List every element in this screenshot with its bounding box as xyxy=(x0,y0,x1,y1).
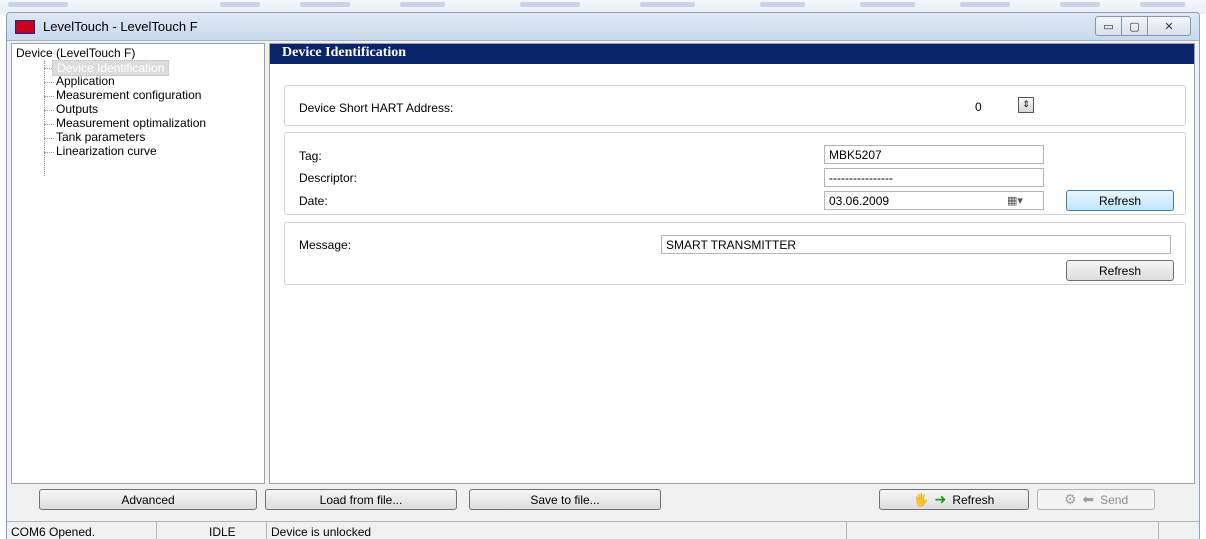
close-button[interactable]: ✕ xyxy=(1147,16,1191,36)
tag-label: Tag: xyxy=(299,149,322,163)
hart-address-spinner[interactable]: ⇕ xyxy=(1018,97,1034,113)
date-label: Date: xyxy=(299,194,328,208)
send-device-icon: ⚙ xyxy=(1063,491,1077,508)
tree-item-outputs[interactable]: Outputs xyxy=(56,102,98,116)
save-to-file-button[interactable]: Save to file... xyxy=(469,489,661,510)
status-empty-cell xyxy=(847,522,1159,539)
tree-item-linearization-curve[interactable]: Linearization curve xyxy=(56,144,157,158)
arrow-right-icon: ➜ xyxy=(934,491,947,508)
calendar-dropdown-icon[interactable]: ▦▾ xyxy=(1007,194,1023,207)
content-panel: Device Identification Device Short HART … xyxy=(269,43,1195,484)
tag-input[interactable]: MBK5207 xyxy=(824,145,1044,164)
tree-item-measurement-configuration[interactable]: Measurement configuration xyxy=(56,88,201,102)
identification-refresh-button[interactable]: Refresh xyxy=(1066,190,1174,211)
status-bar: COM6 Opened. IDLE Device is unlocked xyxy=(7,521,1199,539)
maximize-icon: ▢ xyxy=(1129,19,1140,33)
hart-address-value[interactable]: 0 xyxy=(975,100,982,114)
main-window: LevelTouch - LevelTouch F ▭ ▢ ✕ Device (… xyxy=(6,12,1200,539)
spinner-arrows-icon: ⇕ xyxy=(1022,100,1030,110)
send-label: Send xyxy=(1100,492,1129,507)
title-bar[interactable]: LevelTouch - LevelTouch F ▭ ▢ ✕ xyxy=(7,13,1199,41)
send-button[interactable]: ⚙ ⬅ Send xyxy=(1037,489,1155,510)
tree-item-tank-parameters[interactable]: Tank parameters xyxy=(56,130,145,144)
status-state: IDLE xyxy=(157,522,267,539)
tree-root[interactable]: Device (LevelTouch F) xyxy=(16,46,135,60)
minimize-button[interactable]: ▭ xyxy=(1095,16,1122,36)
app-icon xyxy=(15,20,35,34)
status-lock: Device is unlocked xyxy=(267,522,847,539)
arrow-left-icon: ⬅ xyxy=(1082,491,1095,508)
advanced-button[interactable]: Advanced xyxy=(39,489,257,510)
panel-title: Device Identification xyxy=(270,44,1194,64)
hart-address-label: Device Short HART Address: xyxy=(299,101,454,115)
message-label: Message: xyxy=(299,238,352,252)
window-controls: ▭ ▢ ✕ xyxy=(1095,16,1191,36)
tree-item-application[interactable]: Application xyxy=(56,74,115,88)
descriptor-input[interactable]: ---------------- xyxy=(824,168,1044,187)
hart-address-group: Device Short HART Address: 0 ⇕ xyxy=(284,85,1186,126)
device-icon: 🖐 xyxy=(913,492,929,507)
load-from-file-button[interactable]: Load from file... xyxy=(265,489,457,510)
refresh-device-button[interactable]: 🖐 ➜ Refresh xyxy=(879,489,1029,510)
tree-item-measurement-optimalization[interactable]: Measurement optimalization xyxy=(56,116,206,130)
identification-group: Tag: MBK5207 Descriptor: ---------------… xyxy=(284,132,1186,215)
descriptor-label: Descriptor: xyxy=(299,171,358,185)
status-port: COM6 Opened. xyxy=(7,522,157,539)
message-refresh-button[interactable]: Refresh xyxy=(1066,260,1174,281)
tree-guide-line xyxy=(44,60,45,176)
bottom-toolbar: Advanced Load from file... Save to file.… xyxy=(7,487,1199,521)
message-input[interactable]: SMART TRANSMITTER xyxy=(661,235,1171,254)
minimize-icon: ▭ xyxy=(1103,19,1114,33)
maximize-button[interactable]: ▢ xyxy=(1121,16,1148,36)
window-title: LevelTouch - LevelTouch F xyxy=(43,19,198,34)
message-group: Message: SMART TRANSMITTER Refresh xyxy=(284,222,1186,285)
refresh-device-label: Refresh xyxy=(952,492,995,507)
navigation-tree[interactable]: Device (LevelTouch F) Device Identificat… xyxy=(11,43,265,484)
close-icon: ✕ xyxy=(1164,19,1174,33)
